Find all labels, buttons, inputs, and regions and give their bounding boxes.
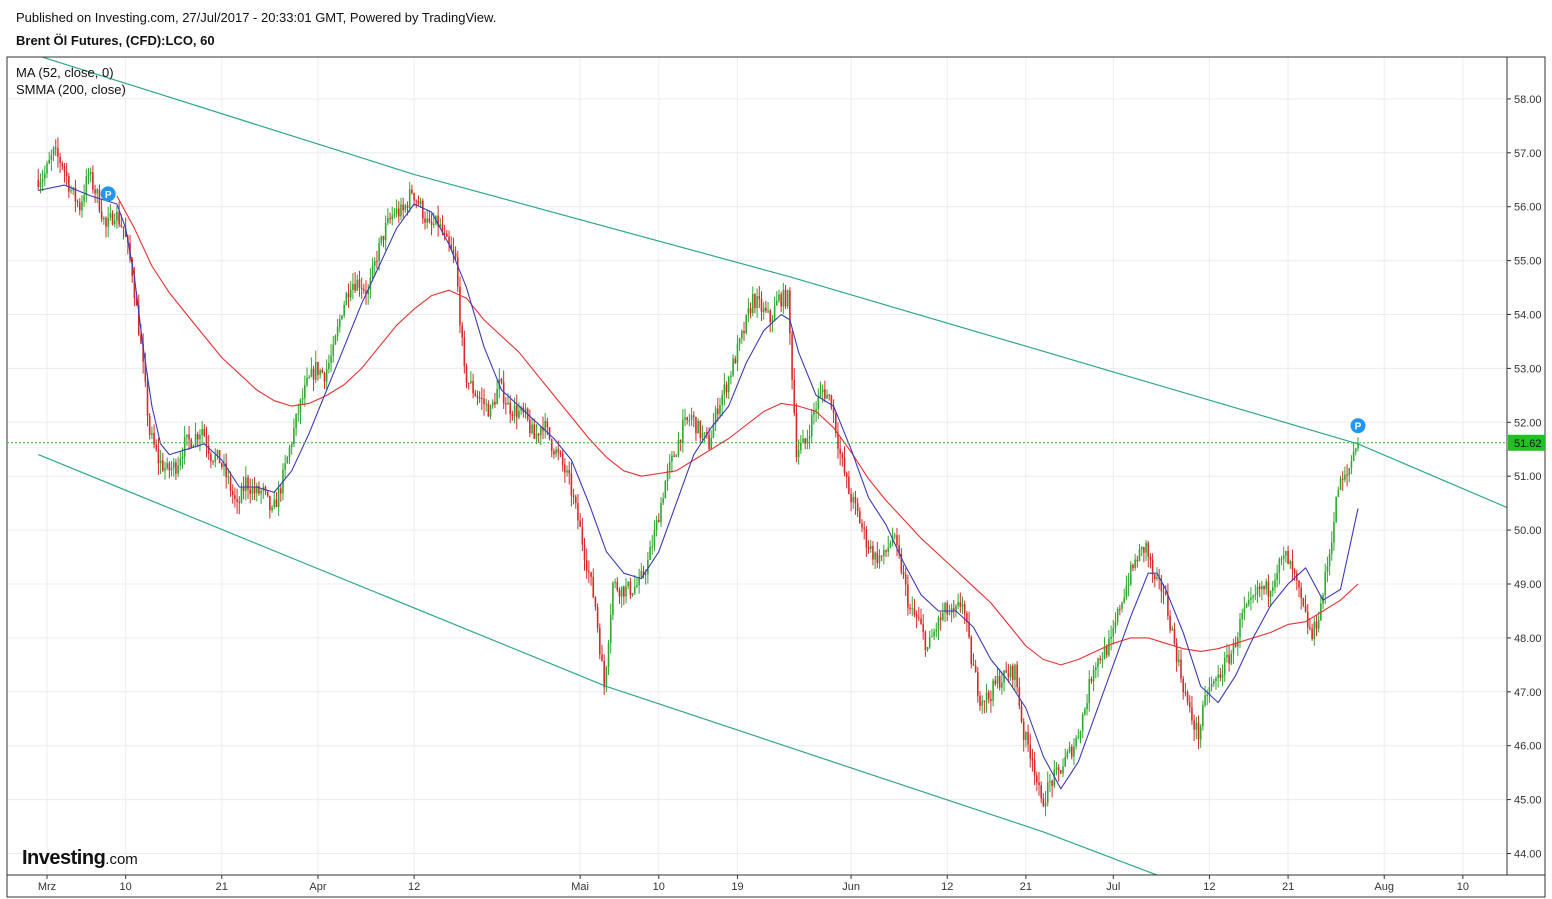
y-tick-label: 44.00 [1514, 849, 1542, 861]
price-candle [970, 635, 972, 668]
price-candle [1202, 701, 1204, 731]
brand-name: Investing [22, 847, 105, 869]
x-tick-label: 21 [1020, 881, 1032, 893]
x-tick-label: Aug [1374, 881, 1394, 893]
pivot-marker[interactable]: P [101, 186, 116, 201]
y-tick-label: 50.00 [1514, 525, 1542, 537]
y-tick-label: 45.00 [1514, 795, 1542, 807]
legend-ma[interactable]: MA (52, close, 0) [16, 65, 114, 80]
x-tick-label: 12 [941, 881, 953, 893]
legend-smma[interactable]: SMMA (200, close) [16, 82, 126, 97]
x-tick-label: 21 [1282, 881, 1294, 893]
y-tick-label: 55.00 [1514, 256, 1542, 268]
price-candle [599, 623, 601, 659]
x-tick-label: 10 [120, 881, 132, 893]
x-tick-label: Mai [571, 881, 589, 893]
y-tick-label: 52.00 [1514, 417, 1542, 429]
y-tick-label: 48.00 [1514, 633, 1542, 645]
y-tick-label: 51.00 [1514, 471, 1542, 483]
pivot-label: P [1355, 422, 1362, 433]
y-tick-label: 54.00 [1514, 310, 1542, 322]
time-axis[interactable]: Mrz1021Apr12Mai1019Jun1221Jul1221Aug1021… [38, 875, 1552, 893]
investing-logo: Investing.com [22, 847, 138, 869]
y-tick-label: 49.00 [1514, 579, 1542, 591]
price-candle [831, 395, 833, 410]
x-tick-label: 10 [1457, 881, 1469, 893]
price-candle [665, 480, 667, 499]
time-axis-frame [7, 875, 1545, 897]
price-candle [745, 314, 747, 334]
y-tick-label: 53.00 [1514, 363, 1542, 375]
y-tick-label: 58.00 [1514, 94, 1542, 106]
y-tick-label: 47.00 [1514, 687, 1542, 699]
x-tick-label: 10 [653, 881, 665, 893]
last-price-label: 51.62 [1514, 438, 1542, 450]
x-tick-label: 12 [408, 881, 420, 893]
plot-area[interactable] [7, 57, 1507, 875]
x-tick-label: Mrz [38, 881, 56, 893]
x-tick-label: Jul [1106, 881, 1120, 893]
price-candle [1335, 496, 1337, 523]
x-tick-label: 21 [216, 881, 228, 893]
price-candle [612, 581, 614, 620]
pivot-label: P [105, 190, 112, 201]
price-axis[interactable]: 44.00 45.00 46.00 47.00 48.00 49.00 50.00 51.00… [1507, 94, 1542, 861]
investing-logo-text: Investing.com [22, 847, 138, 869]
y-tick-label: 57.00 [1514, 148, 1542, 160]
x-tick-label: Jun [842, 881, 860, 893]
price-candle [346, 292, 348, 306]
price-candle [287, 456, 289, 464]
price-candle [219, 450, 221, 463]
price-candle [190, 438, 192, 449]
brand-suffix: .com [105, 851, 138, 868]
y-tick-label: 46.00 [1514, 741, 1542, 753]
price-chart[interactable]: 44.00 45.00 46.00 47.00 48.00 49.00 50.00 51.00… [0, 0, 1552, 899]
y-tick-label: 56.00 [1514, 202, 1542, 214]
x-tick-label: 12 [1203, 881, 1215, 893]
x-tick-label: Apr [309, 881, 326, 893]
x-tick-label: 19 [731, 881, 743, 893]
price-candle [787, 289, 789, 309]
pivot-marker[interactable]: P [1351, 418, 1366, 433]
